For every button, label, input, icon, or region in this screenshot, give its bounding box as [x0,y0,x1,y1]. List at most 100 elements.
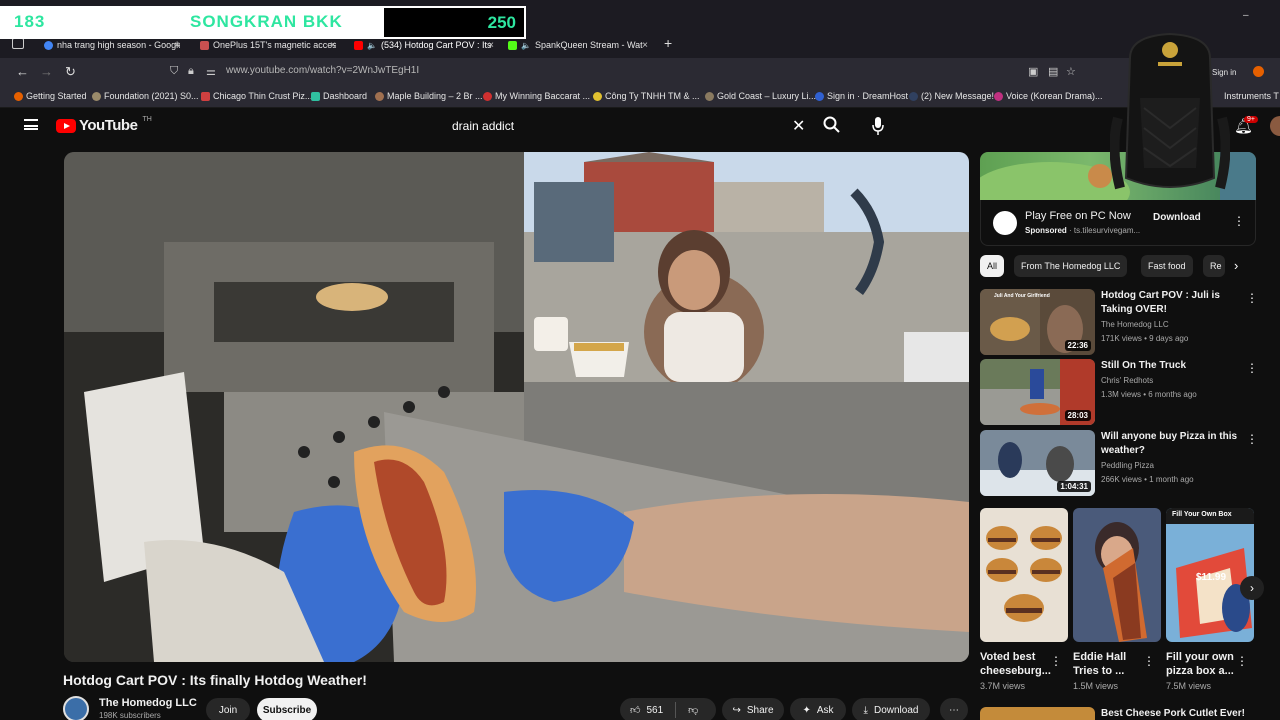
bookmark-item[interactable]: Getting Started [14,91,87,101]
more-vert-icon[interactable]: ⋮ [1236,654,1248,668]
bookmark-item[interactable]: Chicago Thin Crust Piz... [201,91,312,101]
bookmark-item[interactable]: My Winning Baccarat ... [483,91,590,101]
recommendation-item[interactable]: 1:04:31 Will anyone buy Pizza in this we… [980,430,1258,496]
bookmark-item[interactable]: Voice (Korean Drama)... [994,91,1103,101]
short-title[interactable]: Eddie Hall Tries to ... [1073,650,1151,678]
more-vert-icon[interactable]: ⋮ [1246,291,1258,305]
video-title[interactable]: Hotdog Cart POV : Juli is Taking OVER! [1101,289,1243,317]
more-actions-button[interactable]: ⋯ [940,698,968,720]
back-icon[interactable]: ← [16,64,29,79]
short-title[interactable]: Fill your own pizza box a... [1166,650,1244,678]
short-views: 3.7M views [980,681,1026,691]
shield-icon[interactable]: ⛉ [170,65,178,78]
thumbs-down-icon[interactable]: 👎︎ [688,704,698,716]
video-thumbnail[interactable] [980,707,1095,720]
video-thumbnail[interactable]: 1:04:31 [980,430,1095,496]
short-item[interactable]: Eddie Hall Tries to ... 1.5M views ⋮ [1073,508,1161,691]
video-title[interactable]: Still On The Truck [1101,359,1243,373]
video-thumbnail[interactable]: 28:03 [980,359,1095,425]
channel-name[interactable]: Peddling Pizza [1101,461,1154,470]
bookmark-star-icon[interactable]: ☆ [1066,65,1076,78]
video-player[interactable] [64,152,969,662]
video-meta: 171K views • 9 days ago [1101,334,1189,343]
chip-from-channel[interactable]: From The Homedog LLC [1014,255,1128,277]
share-button[interactable]: ↪ Share [722,698,784,720]
kick-icon [508,40,517,50]
bookmark-item[interactable]: Instruments T [1224,91,1279,101]
bookmark-item[interactable]: Dashboard [311,91,367,101]
minimize-icon[interactable]: – [1243,10,1249,21]
close-icon[interactable]: × [330,40,336,51]
more-vert-icon[interactable]: ⋮ [1246,432,1258,446]
channel-avatar[interactable] [63,696,89,720]
bookmark-item[interactable]: Gold Coast – Luxury Li... [705,91,816,101]
bookmark-item[interactable]: Foundation (2021) S0... [92,91,199,101]
address-bar[interactable]: ⛉ 🔒︎ ⚌ www.youtube.com/watch?v=2WnJwTEgH… [166,61,1106,83]
filter-chips: All From The Homedog LLC Fast food Re › [980,255,1256,277]
download-button[interactable]: ⤓ Download [852,698,930,720]
ad-info[interactable]: Play Free on PC Now Sponsored · ts.tiles… [980,200,1256,246]
thumbnail-price-text: $11.99 [1196,572,1227,583]
tab-list-icon[interactable] [12,38,24,49]
short-item[interactable]: Voted best cheeseburg... 3.7M views ⋮ [980,508,1068,691]
permissions-icon[interactable]: ⚌ [206,65,216,78]
close-icon[interactable]: × [174,40,180,51]
short-thumbnail[interactable] [1073,508,1161,642]
chip-all[interactable]: All [980,255,1005,277]
page-icon [201,91,210,101]
like-button[interactable]: 👍︎ 561 [630,704,663,717]
chip-related[interactable]: Re [1203,255,1225,277]
avatar[interactable] [1270,116,1280,136]
clear-search-icon[interactable]: ✕ [792,116,805,136]
close-icon[interactable]: × [488,40,494,51]
forward-icon[interactable]: → [40,64,53,79]
more-vert-icon[interactable]: ⋮ [1143,654,1155,668]
reader-icon[interactable]: ▤ [1048,65,1058,78]
short-title[interactable]: Voted best cheeseburg... [980,650,1058,678]
reload-icon[interactable]: ↻ [65,64,76,80]
short-views: 7.5M views [1166,681,1212,691]
chip-fast-food[interactable]: Fast food [1141,255,1193,277]
speaker-icon[interactable]: 🔈 [521,41,531,50]
tab-kick[interactable]: 🔈 SpankQueen Stream - Wat × [508,36,648,54]
short-item[interactable]: Fill Your Own Box $11.99 Fill your own p… [1166,508,1254,691]
bookmark-item[interactable]: (2) New Message! [909,91,994,101]
close-icon[interactable]: × [642,40,648,51]
search-input[interactable] [442,111,812,141]
short-thumbnail[interactable]: Fill Your Own Box $11.99 [1166,508,1254,642]
sponsored-label: Sponsored [1025,226,1067,235]
shorts-next-button[interactable]: › [1240,576,1264,600]
recommendation-item[interactable]: 28:03 Still On The Truck Chris' Redhots … [980,359,1258,425]
microphone-icon[interactable] [872,116,884,136]
video-title[interactable]: Best Cheese Pork Cutlet Ever! [1101,708,1245,719]
youtube-logo[interactable]: YouTube TH [56,116,152,134]
bookmark-item[interactable]: Công Ty TNHH TM & ... [593,91,700,101]
video-thumbnail[interactable]: Juli And Your Girlfriend 22:36 [980,289,1095,355]
menu-icon[interactable] [24,119,38,130]
lock-icon[interactable]: 🔒︎ [188,65,194,78]
channel-name[interactable]: The Homedog LLC [99,697,197,709]
duration-badge: 22:36 [1064,340,1091,351]
subscribe-button[interactable]: Subscribe [257,698,317,720]
screenshot-icon[interactable]: ▣ [1028,65,1038,78]
video-meta: 266K views • 1 month ago [1101,475,1194,484]
url-text[interactable]: www.youtube.com/watch?v=2WnJwTEgH1I [226,65,419,76]
chevron-right-icon[interactable]: › [1234,258,1238,273]
channel-name[interactable]: The Homedog LLC [1101,320,1169,329]
ad-download-button[interactable]: Download [1153,212,1201,223]
speaker-icon[interactable]: 🔈 [367,41,377,50]
more-vert-icon[interactable]: ⋮ [1050,654,1062,668]
ask-button[interactable]: ✦ Ask [790,698,846,720]
bookmark-item[interactable]: Maple Building – 2 Br ... [375,91,483,101]
join-button[interactable]: Join [206,698,250,720]
more-vert-icon[interactable]: ⋮ [1233,214,1245,228]
search-icon[interactable] [822,115,842,135]
recommendation-item[interactable]: Juli And Your Girlfriend 22:36 Hotdog Ca… [980,289,1258,355]
short-thumbnail[interactable] [980,508,1068,642]
new-tab-button[interactable]: + [664,35,672,51]
channel-name[interactable]: Chris' Redhots [1101,376,1153,385]
video-title[interactable]: Will anyone buy Pizza in this weather? [1101,430,1243,458]
bookmark-item[interactable]: Sign in · DreamHost [815,91,908,101]
firefox-account-icon[interactable] [1253,66,1264,77]
more-vert-icon[interactable]: ⋮ [1246,361,1258,375]
